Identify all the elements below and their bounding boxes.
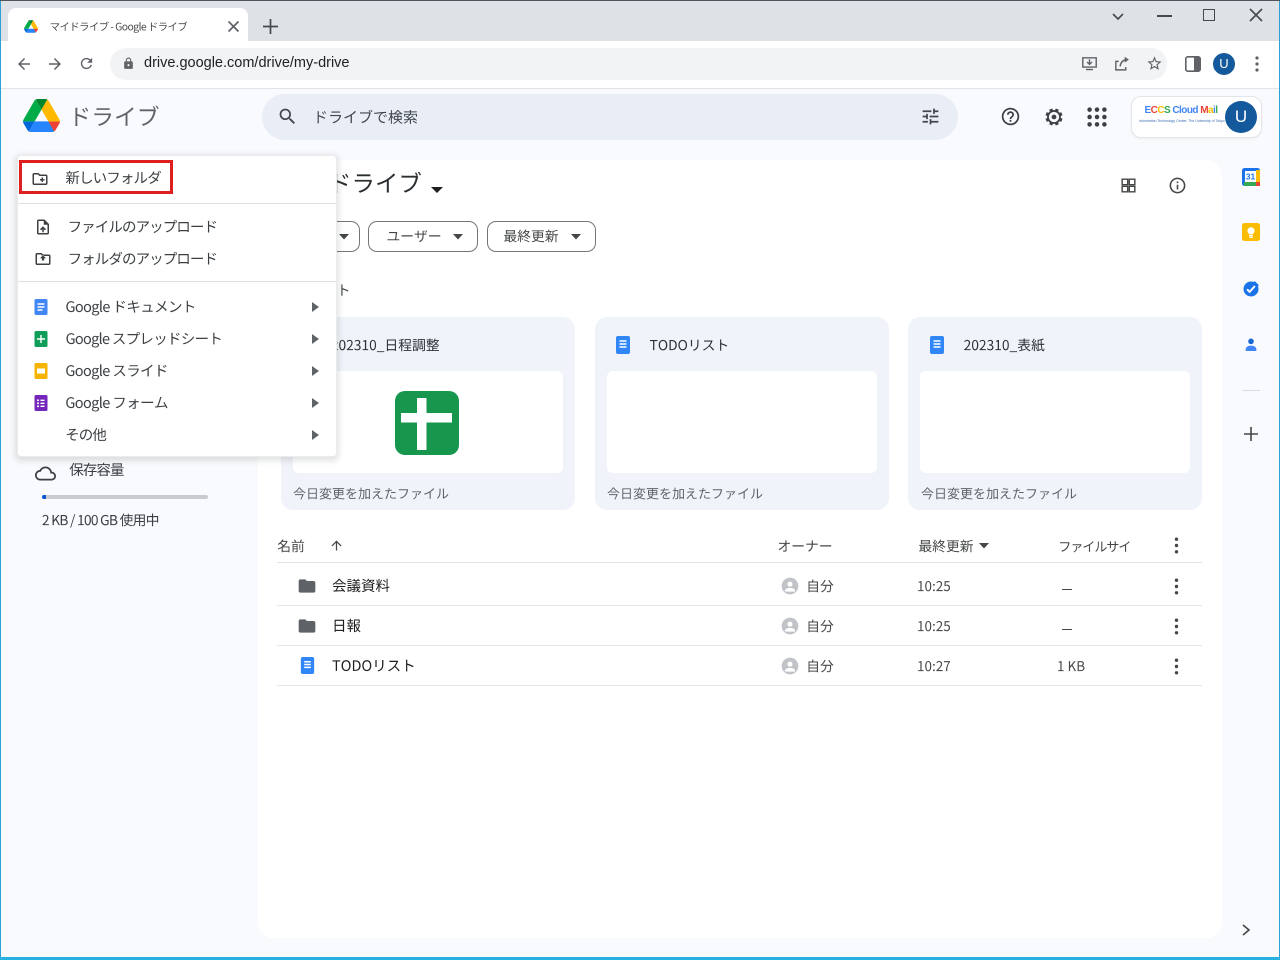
- svg-text:31: 31: [1246, 172, 1256, 182]
